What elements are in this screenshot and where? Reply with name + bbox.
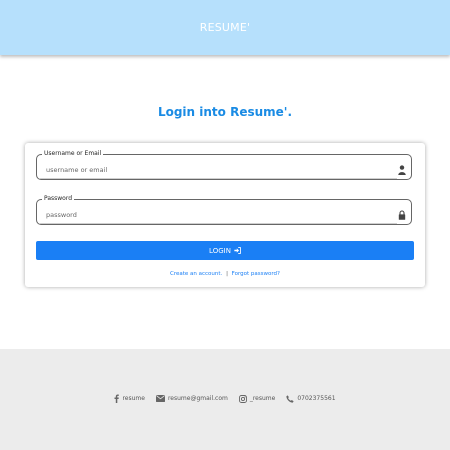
- top-header: RESUME': [0, 0, 450, 55]
- forgot-password-link[interactable]: Forgot password?: [232, 271, 280, 277]
- account-links: Create an account. | Forgot password?: [25, 271, 425, 277]
- login-card: Username or Email Password LOGIN Create …: [25, 143, 425, 287]
- links-separator: |: [226, 271, 228, 277]
- phone-icon: [286, 394, 294, 403]
- create-account-link[interactable]: Create an account.: [170, 271, 222, 277]
- username-fieldset: Username or Email: [36, 151, 412, 180]
- user-icon: [398, 165, 406, 175]
- email-text: resume@gmail.com: [167, 395, 228, 402]
- login-label: LOGIN: [209, 246, 231, 255]
- footer: resume resume@gmail.com _resume 07023755…: [0, 349, 450, 450]
- facebook-link[interactable]: resume: [114, 394, 145, 403]
- password-input[interactable]: [46, 208, 391, 222]
- username-underline: [39, 178, 397, 179]
- instagram-text: _resume: [249, 395, 276, 402]
- password-label: Password: [44, 195, 73, 202]
- email-link[interactable]: resume@gmail.com: [155, 395, 228, 402]
- facebook-text: resume: [122, 395, 145, 402]
- username-label: Username or Email: [44, 150, 102, 157]
- password-underline: [39, 223, 397, 224]
- facebook-icon: [114, 394, 120, 403]
- login-button[interactable]: LOGIN: [36, 241, 414, 260]
- sign-in-icon: [234, 247, 241, 254]
- lock-icon: [398, 210, 406, 220]
- page-title: Login into Resume'.: [157, 105, 293, 119]
- brand-title[interactable]: RESUME': [200, 21, 251, 34]
- phone-link[interactable]: 0702375561: [286, 394, 336, 403]
- social-links: resume resume@gmail.com _resume 07023755…: [0, 394, 450, 403]
- phone-text: 0702375561: [297, 395, 336, 402]
- instagram-icon: [238, 394, 247, 403]
- envelope-icon: [155, 395, 165, 402]
- instagram-link[interactable]: _resume: [238, 394, 276, 403]
- password-fieldset: Password: [36, 196, 412, 225]
- username-input[interactable]: [46, 163, 391, 177]
